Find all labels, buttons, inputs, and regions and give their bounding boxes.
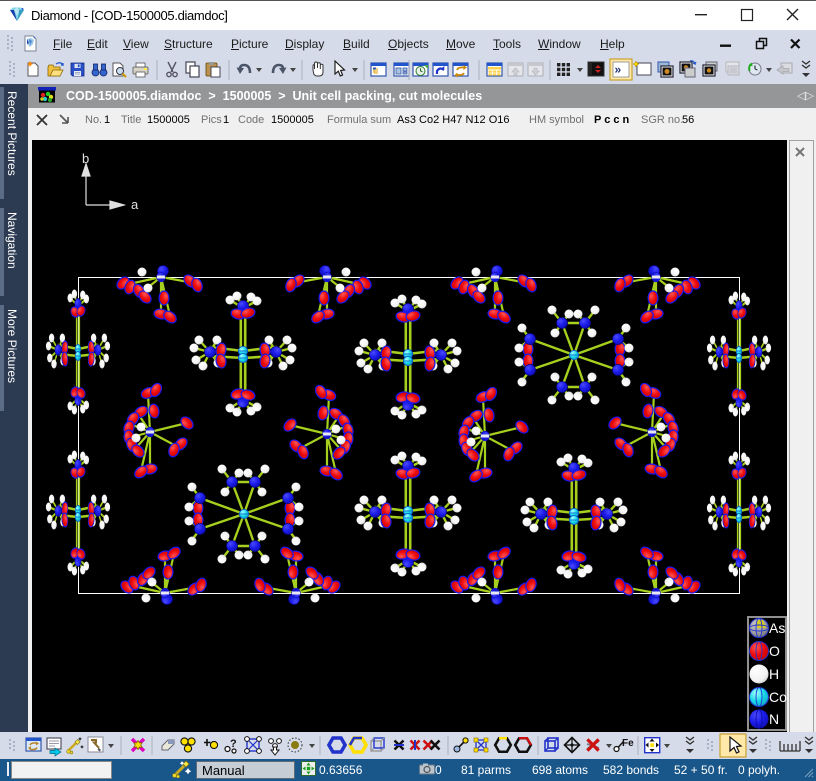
svg-text:H: H [769, 666, 779, 682]
svg-text:O: O [769, 643, 780, 659]
svg-text:N: N [769, 711, 779, 727]
svg-text:?: ? [230, 738, 237, 750]
svg-text:Fe: Fe [622, 738, 634, 749]
svg-text:Co: Co [769, 689, 787, 705]
svg-text:As: As [769, 620, 785, 636]
svg-text:b: b [82, 151, 89, 166]
svg-text:a: a [131, 197, 139, 212]
svg-text:»: » [615, 63, 622, 77]
